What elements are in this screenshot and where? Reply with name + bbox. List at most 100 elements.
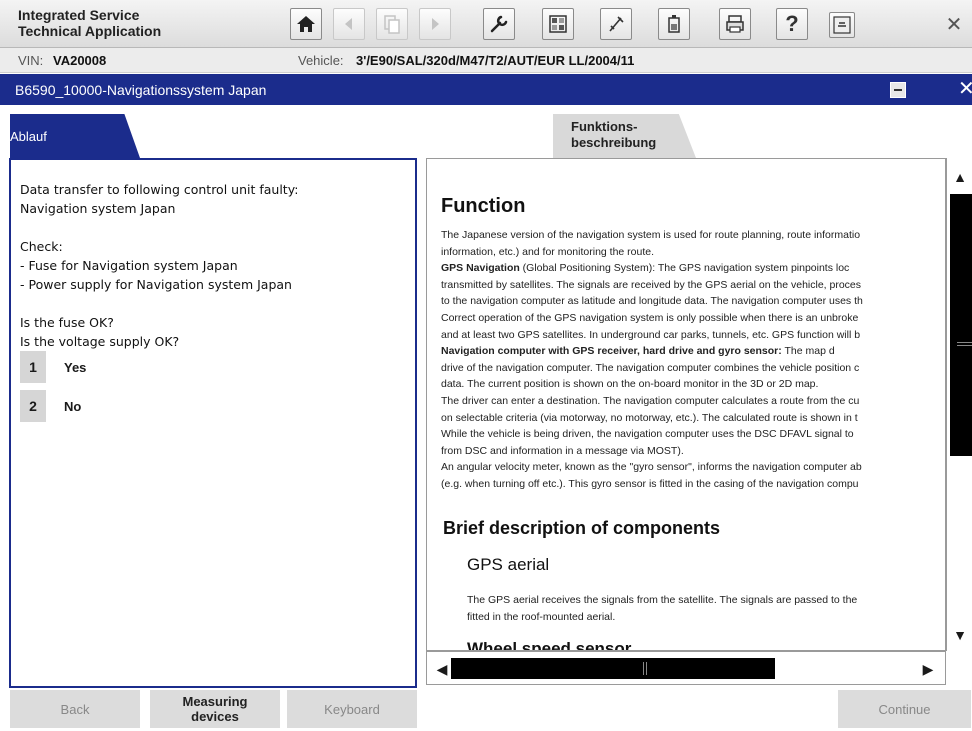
- gps-aerial-text-line: The GPS aerial receives the signals from…: [467, 594, 858, 606]
- battery-icon: [668, 15, 680, 33]
- document-line-text: The Japanese version of the navigation s…: [441, 229, 861, 241]
- document-line-bold: GPS Navigation: [441, 262, 520, 275]
- document-line-text: The driver can enter a destination. The …: [441, 394, 860, 407]
- control-unit-icon: [549, 15, 567, 33]
- continue-button-label: Continue: [878, 701, 931, 717]
- procedure-panel: Data transfer to following control unit …: [9, 158, 417, 688]
- document-line: to the navigation computer as latitude a…: [441, 293, 863, 310]
- document-line-text: While the vehicle is being driven, the n…: [441, 428, 854, 441]
- document-line-text: information, etc.) and for monitoring th…: [441, 245, 655, 258]
- printer-icon: [726, 15, 744, 33]
- document-heading: Function: [441, 195, 526, 217]
- home-icon: [297, 16, 315, 32]
- document-line-text: drive of the navigation computer. The na…: [441, 361, 860, 374]
- tab-funktion-label-line1: Funktions-: [571, 119, 638, 134]
- document-line: data. The current position is shown on t…: [441, 376, 863, 393]
- document-line-text: data. The current position is shown on t…: [441, 378, 819, 391]
- tab-ablauf-label: Ablauf: [10, 129, 47, 144]
- documents-button[interactable]: [376, 8, 408, 40]
- continue-button[interactable]: Continue: [838, 690, 971, 728]
- probe-icon: [609, 16, 624, 32]
- battery-button[interactable]: [658, 8, 690, 40]
- vehicle-label: Vehicle:: [298, 53, 344, 68]
- help-icon: ?: [785, 11, 799, 36]
- vin-label: VIN:: [18, 53, 44, 68]
- document-line-text: Correct operation of the GPS navigation …: [441, 311, 859, 324]
- horizontal-scroll-thumb[interactable]: [451, 658, 775, 679]
- scroll-left-icon[interactable]: ◀: [431, 659, 453, 679]
- service-button[interactable]: [483, 8, 515, 40]
- diagnosis-button[interactable]: [542, 8, 574, 40]
- document-line-text: (e.g. when turning off etc.). This gyro …: [441, 477, 859, 490]
- tab-funktion-label-line2: beschreibung: [571, 135, 657, 150]
- document-line-text: and at least two GPS satellites. In unde…: [441, 328, 861, 341]
- keyboard-button-label: Keyboard: [324, 701, 380, 717]
- app-title: Integrated Service Technical Application: [18, 7, 218, 39]
- vehicle-value: 3'/E90/SAL/320d/M47/T2/AUT/EUR LL/2004/1…: [356, 53, 635, 68]
- document-line-text: The map d: [781, 345, 835, 358]
- sub-heading-gps-aerial: GPS aerial: [467, 555, 550, 574]
- document-line: Correct operation of the GPS navigation …: [441, 310, 863, 327]
- document-line: Navigation computer with GPS receiver, h…: [441, 343, 863, 360]
- home-button[interactable]: [290, 8, 322, 40]
- document-line: The Japanese version of the navigation s…: [441, 227, 863, 244]
- document-line: and at least two GPS satellites. In unde…: [441, 327, 863, 344]
- back-button-label: Back: [60, 701, 90, 717]
- keyboard-button[interactable]: Keyboard: [287, 690, 417, 728]
- document-line-text: from DSC and information in a message vi…: [441, 444, 684, 457]
- tab-funktionsbeschreibung[interactable]: Funktions- beschreibung: [553, 114, 696, 158]
- help-button[interactable]: ?: [776, 8, 808, 40]
- tab-ablauf[interactable]: Ablauf: [10, 114, 140, 158]
- documents-icon: [384, 15, 400, 34]
- measuring-devices-button[interactable]: Measuring devices: [150, 690, 280, 728]
- close-icon[interactable]: ✕: [958, 79, 972, 99]
- scroll-up-icon[interactable]: ▲: [947, 162, 972, 192]
- arrow-left-icon: [345, 18, 352, 30]
- vin-value: VA20008: [53, 53, 107, 68]
- document-line: (e.g. when turning off etc.). This gyro …: [441, 476, 863, 493]
- option-number: 2: [20, 390, 46, 422]
- grip-icon: [643, 662, 647, 675]
- document-line-text: on selectable criteria (via motorway, no…: [441, 411, 858, 424]
- app-title-line2: Technical Application: [18, 23, 162, 39]
- close-app-button[interactable]: ✕: [938, 8, 970, 40]
- close-icon: ✕: [945, 13, 963, 36]
- document-line: information, etc.) and for monitoring th…: [441, 244, 863, 261]
- gps-aerial-text-line: fitted in the roof-mounted aerial.: [467, 610, 616, 623]
- document-line-text: transmitted by satellites. The signals a…: [441, 278, 862, 291]
- vehicle-info-bar: VIN: VA20008 Vehicle: 3'/E90/SAL/320d/M4…: [0, 48, 972, 73]
- procedure-text: Data transfer to following control unit …: [20, 182, 299, 349]
- document-line: An angular velocity meter, known as the …: [441, 459, 863, 476]
- minimize-window-button[interactable]: [829, 12, 855, 38]
- document-line-text: to the navigation computer as latitude a…: [441, 295, 863, 308]
- horizontal-scrollbar[interactable]: ◀ ▶: [426, 651, 946, 685]
- test-plan-title: B6590_10000-Navigationssystem Japan: [15, 82, 267, 98]
- option-label: Yes: [64, 360, 87, 375]
- document-line: from DSC and information in a message vi…: [441, 443, 863, 460]
- document-line: on selectable criteria (via motorway, no…: [441, 410, 863, 427]
- back-nav-button[interactable]: [333, 8, 365, 40]
- option-yes[interactable]: 1 Yes: [20, 351, 320, 383]
- sub-heading-wheel-speed-sensor: Wheel speed sensor: [467, 639, 632, 651]
- section-heading: Brief description of components: [443, 518, 721, 538]
- vertical-scrollbar[interactable]: ▲ ▼: [946, 158, 972, 651]
- print-button[interactable]: [719, 8, 751, 40]
- option-no[interactable]: 2 No: [20, 390, 320, 422]
- measuring-label-line2: devices: [191, 709, 239, 724]
- minimize-icon: [833, 16, 851, 34]
- grip-icon: [957, 342, 972, 346]
- document-line-text: (Global Positioning System): The GPS nav…: [519, 262, 850, 275]
- vertical-scroll-thumb[interactable]: [950, 194, 972, 456]
- forward-nav-button[interactable]: [419, 8, 451, 40]
- document-line: transmitted by satellites. The signals a…: [441, 277, 863, 294]
- document-line-bold: Navigation computer with GPS receiver, h…: [441, 345, 782, 358]
- function-description-panel: Function The Japanese version of the nav…: [426, 158, 946, 651]
- document-line: GPS Navigation (Global Positioning Syste…: [441, 260, 863, 277]
- wrench-icon: [490, 15, 508, 33]
- back-button[interactable]: Back: [10, 690, 140, 728]
- scroll-right-icon[interactable]: ▶: [917, 659, 939, 679]
- measure-button[interactable]: [600, 8, 632, 40]
- scroll-down-icon[interactable]: ▼: [947, 620, 972, 650]
- minimize-icon[interactable]: [890, 82, 906, 98]
- app-title-line1: Integrated Service: [18, 7, 140, 23]
